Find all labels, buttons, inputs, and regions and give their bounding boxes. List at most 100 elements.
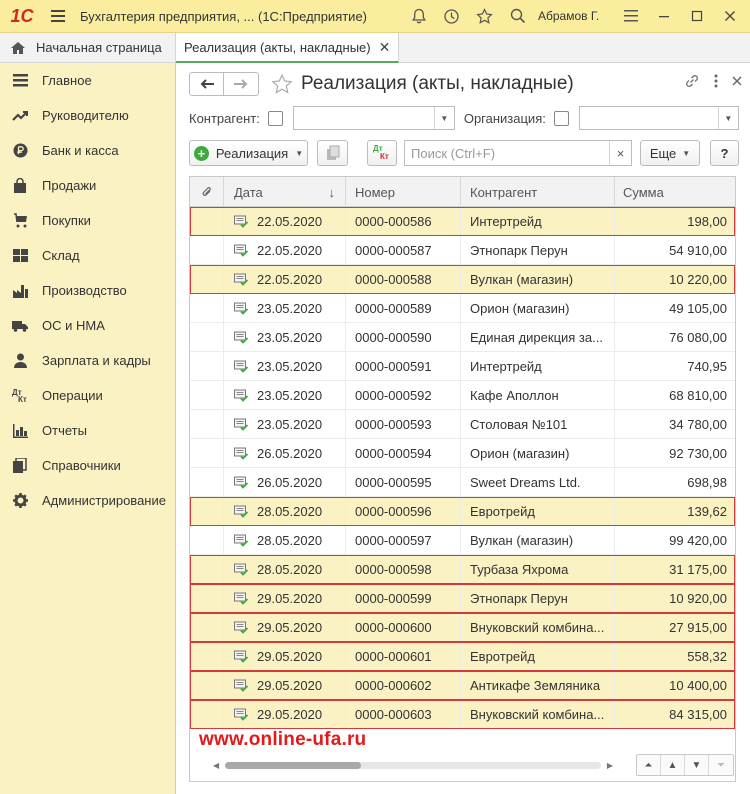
sidebar-item-bank[interactable]: Банк и касса (0, 133, 175, 168)
sum-cell: 740,95 (687, 359, 727, 374)
table-row[interactable]: 22.05.2020 0000-000587 Этнопарк Перун 54 91… (190, 236, 735, 265)
number-cell: 0000-000600 (346, 613, 461, 642)
settings-lines-icon (623, 10, 638, 22)
scroll-left-icon[interactable]: ◀ (213, 761, 219, 770)
dt-kt-button[interactable]: Дт Кт (367, 140, 397, 166)
forward-button[interactable] (224, 72, 259, 96)
counterparty-cell: Вулкан (магазин) (461, 265, 615, 294)
sidebar-item-label: Производство (42, 283, 127, 298)
attachment-cell (190, 381, 224, 410)
page-down-icon[interactable]: ▼ (685, 755, 709, 775)
clear-search-icon[interactable]: × (609, 141, 631, 165)
table-row[interactable]: 23.05.2020 0000-000590 Единая дирекция за.… (190, 323, 735, 352)
table-row[interactable]: 22.05.2020 0000-000586 Интертрейд 198,00 (190, 207, 735, 236)
tab-realization[interactable]: Реализация (акты, накладные) ✕ (176, 33, 400, 63)
date-column-header[interactable]: Дата ↓ (224, 177, 346, 207)
table-row[interactable]: 28.05.2020 0000-000597 Вулкан (магазин) 99 … (190, 526, 735, 555)
tab-home[interactable]: Начальная страница (0, 33, 176, 62)
notifications-button[interactable] (402, 0, 435, 33)
table-row[interactable]: 23.05.2020 0000-000592 Кафе Аполлон 68 810,… (190, 381, 735, 410)
sum-column-header[interactable]: Сумма (615, 177, 735, 207)
sidebar-item-catalogs[interactable]: Справочники (0, 448, 175, 483)
sum-cell: 698,98 (687, 475, 727, 490)
counterparty-filter-field[interactable]: ▼ (292, 106, 455, 130)
close-tab-icon[interactable]: ✕ (379, 39, 391, 56)
maximize-button[interactable] (680, 0, 713, 33)
chevron-down-icon[interactable]: ▼ (717, 107, 738, 129)
table-row[interactable]: 29.05.2020 0000-000601 Евротрейд 558,32 (190, 642, 735, 671)
sidebar-item-admin[interactable]: Администрирование (0, 483, 175, 518)
table-row[interactable]: 22.05.2020 0000-000588 Вулкан (магазин) 10 … (190, 265, 735, 294)
sidebar-item-main[interactable]: Главное (0, 63, 175, 98)
number-cell: 0000-000590 (346, 323, 461, 352)
attachment-column-header[interactable] (190, 177, 224, 207)
table-row[interactable]: 29.05.2020 0000-000602 Антикафе Земляника 1… (190, 671, 735, 700)
help-button[interactable]: ? (710, 140, 739, 166)
main-menu-button[interactable] (44, 0, 72, 33)
search-input[interactable]: Поиск (Ctrl+F) (405, 146, 609, 161)
posted-document-icon (234, 418, 249, 431)
counterparty-cell: Единая дирекция за... (461, 323, 615, 352)
go-last-icon[interactable]: ⏷ (709, 755, 733, 775)
chevron-down-icon[interactable]: ▼ (433, 107, 454, 129)
page-up-icon[interactable]: ▲ (661, 755, 685, 775)
settings-button[interactable] (614, 0, 647, 33)
table-row[interactable]: 28.05.2020 0000-000598 Турбаза Яхрома 31 17… (190, 555, 735, 584)
sidebar-item-assets[interactable]: ОС и НМА (0, 308, 175, 343)
go-first-icon[interactable]: ⏶ (637, 755, 661, 775)
organization-filter-field[interactable]: ▼ (578, 106, 739, 130)
bar-chart-icon (12, 423, 28, 439)
link-icon[interactable] (684, 73, 700, 89)
date-cell: 23.05.2020 (224, 294, 346, 323)
sidebar-item-operations[interactable]: Дт Кт Операции (0, 378, 175, 413)
sidebar-item-sales[interactable]: Продажи (0, 168, 175, 203)
global-search-button[interactable] (501, 0, 534, 33)
counterparty-filter-checkbox[interactable] (267, 110, 283, 126)
search-field[interactable]: Поиск (Ctrl+F) × (404, 140, 632, 166)
create-realization-button[interactable]: + Реализация ▼ (189, 140, 308, 166)
copy-icon (326, 145, 339, 160)
scroll-track[interactable] (225, 761, 601, 769)
sidebar-item-salary[interactable]: Зарплата и кадры (0, 343, 175, 378)
sidebar-item-purchases[interactable]: Покупки (0, 203, 175, 238)
date-cell: 28.05.2020 (224, 555, 346, 584)
table-row[interactable]: 26.05.2020 0000-000594 Орион (магазин) 92 7… (190, 439, 735, 468)
favorite-star-icon[interactable] (271, 73, 293, 95)
counterparty-column-header[interactable]: Контрагент (461, 177, 615, 207)
app-logo: 1С (10, 5, 34, 26)
table-row[interactable]: 23.05.2020 0000-000591 Интертрейд 740,95 (190, 352, 735, 381)
close-window-button[interactable] (713, 0, 746, 33)
horizontal-scrollbar[interactable]: ◀ ▶ (213, 760, 613, 770)
favorites-button[interactable] (468, 0, 501, 33)
table-row[interactable]: 29.05.2020 0000-000600 Внуковский комбина.… (190, 613, 735, 642)
posted-document-icon (234, 360, 249, 373)
more-vertical-icon[interactable] (714, 74, 718, 88)
current-user[interactable]: Абрамов Г. (538, 9, 606, 23)
sidebar-item-production[interactable]: Производство (0, 273, 175, 308)
scroll-right-icon[interactable]: ▶ (607, 761, 613, 770)
table-row[interactable]: 29.05.2020 0000-000603 Внуковский комбина.… (190, 700, 735, 729)
table-row[interactable]: 23.05.2020 0000-000593 Столовая №101 34 780… (190, 410, 735, 439)
copy-button[interactable] (317, 140, 348, 166)
table-row[interactable]: 23.05.2020 0000-000589 Орион (магазин) 49 1… (190, 294, 735, 323)
date-cell: 28.05.2020 (224, 526, 346, 555)
history-button[interactable] (435, 0, 468, 33)
table-row[interactable]: 28.05.2020 0000-000596 Евротрейд 139,62 (190, 497, 735, 526)
number-cell: 0000-000594 (346, 439, 461, 468)
close-form-icon[interactable] (732, 76, 742, 86)
back-button[interactable] (189, 72, 224, 96)
scroll-thumb[interactable] (225, 761, 362, 769)
watermark: www.online-ufa.ru (199, 729, 367, 750)
number-cell: 0000-000592 (346, 381, 461, 410)
sidebar-item-warehouse[interactable]: Склад (0, 238, 175, 273)
attachment-cell (190, 526, 224, 555)
minimize-button[interactable] (647, 0, 680, 33)
number-column-header[interactable]: Номер (346, 177, 461, 207)
table-row[interactable]: 29.05.2020 0000-000599 Этнопарк Перун 10 92… (190, 584, 735, 613)
more-button[interactable]: Еще ▼ (640, 140, 700, 166)
sidebar-item-manager[interactable]: Руководителю (0, 98, 175, 133)
arrow-right-icon (234, 79, 248, 89)
sidebar-item-reports[interactable]: Отчеты (0, 413, 175, 448)
table-row[interactable]: 26.05.2020 0000-000595 Sweet Dreams Ltd. 69… (190, 468, 735, 497)
organization-filter-checkbox[interactable] (553, 110, 569, 126)
